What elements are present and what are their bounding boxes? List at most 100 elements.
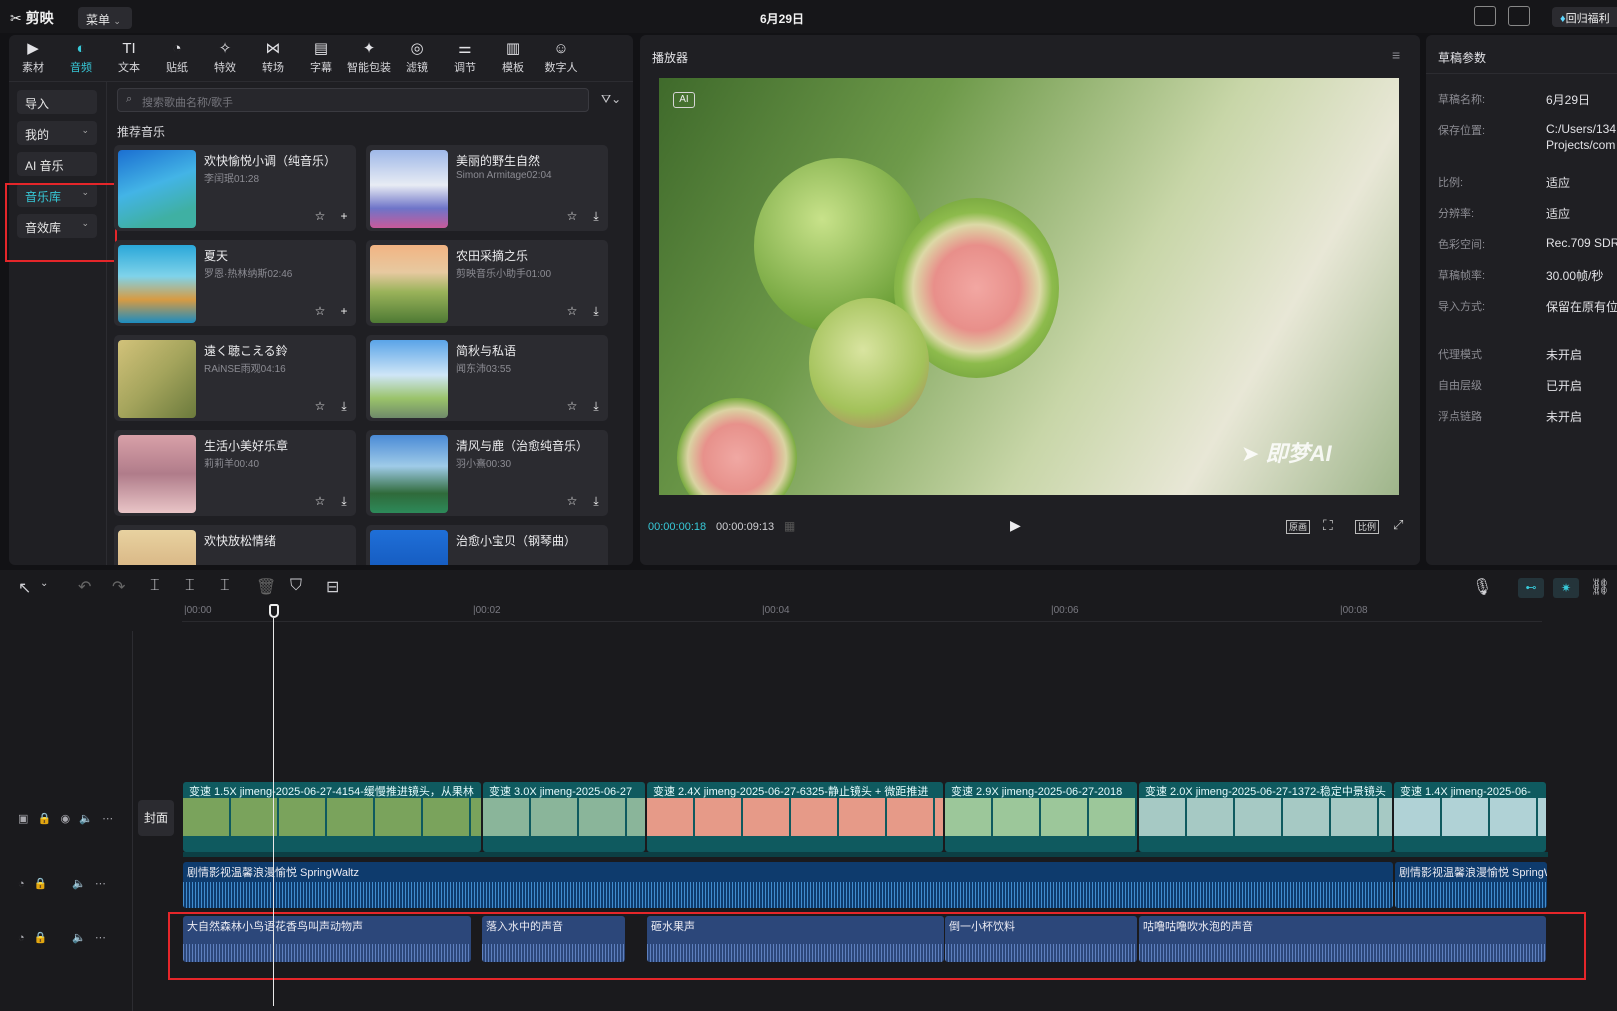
download-icon[interactable]: ⤓ — [588, 208, 604, 224]
video-preview: AI ➤ 即梦AI — [659, 78, 1399, 495]
grid-icon[interactable]: ▦ — [784, 519, 795, 533]
song-card[interactable]: 欢快放松情绪☆⤓ — [114, 525, 356, 565]
download-icon[interactable]: ⤓ — [336, 493, 352, 509]
song-artist: 剪映音乐小助手01:00 — [456, 269, 552, 280]
media-panel: ▶ 素材 ◐ 音频 TI 文本 ◔ 贴纸 ✧ 特效 ⋈ 转场 ▤ 字幕 ✦ 智能包装 ◎ 滤镜 ⚌ 调节 ▥ 模板 ☺ 数字人… — [5, 35, 633, 565]
auto-snap-icon[interactable]: ✷ — [1553, 578, 1579, 598]
prop-value[interactable]: 已开启 — [1546, 377, 1582, 394]
microphone-icon[interactable]: 🎙 — [1472, 577, 1492, 597]
fullscreen-icon[interactable]: ⤢ — [1393, 517, 1403, 533]
promo-button[interactable]: ♦回归福利 — [1552, 7, 1617, 27]
delete-icon[interactable]: 🗑 — [256, 577, 276, 597]
download-icon[interactable]: ⤓ — [588, 398, 604, 414]
clip-label: 变速 2.4X jimeng-2025-06-27-6325-静止镜头 + 微距… — [653, 786, 929, 798]
volume-icon[interactable]: 🔈 — [72, 932, 86, 944]
music-clip[interactable]: 剧情影视温馨浪漫愉悦 SpringWa — [1395, 862, 1547, 908]
undo-icon[interactable]: ↶ — [78, 577, 91, 597]
song-card[interactable]: 美丽的野生自然 Simon Armitage02:04 ☆ ⤓ — [366, 145, 608, 231]
song-card[interactable]: 欢快愉悦小调（纯音乐） 李闰珉01:28 ☆ + — [114, 145, 356, 231]
song-card[interactable]: 治愈小宝贝（钢琴曲）☆⤓ — [366, 525, 608, 565]
link-icon[interactable]: ⛓ — [1590, 577, 1610, 597]
more-icon[interactable]: ⋯ — [102, 813, 113, 825]
favorite-icon[interactable]: ☆ — [564, 493, 580, 509]
time-ruler[interactable] — [182, 606, 1542, 622]
eye-icon[interactable]: ◉ — [60, 813, 70, 825]
split-left-icon[interactable]: ⌶ — [185, 577, 195, 595]
lock-icon[interactable]: 🔒 — [38, 813, 52, 825]
cover-button[interactable]: 封面 — [138, 800, 174, 836]
add-icon[interactable]: + — [336, 303, 352, 319]
playhead-line — [273, 618, 274, 1006]
download-icon[interactable]: ⤓ — [588, 493, 604, 509]
playhead-handle[interactable] — [269, 604, 279, 618]
favorite-icon[interactable]: ☆ — [564, 398, 580, 414]
original-button[interactable]: 原画 — [1286, 520, 1310, 534]
add-icon[interactable]: + — [336, 208, 352, 224]
shortcut-icon[interactable] — [1474, 6, 1496, 26]
prop-value: 适应 — [1546, 176, 1571, 190]
redo-icon[interactable]: ↷ — [112, 577, 125, 597]
prop-label: 浮点链路 — [1438, 411, 1482, 423]
song-title: 简秋与私语 — [456, 344, 517, 358]
song-artist: RAiNSE雨观04:16 — [204, 364, 286, 375]
main-track-magnet-icon[interactable]: ⊷ — [1518, 578, 1544, 598]
ruler-tick-label: |00:04 — [762, 605, 790, 616]
more-icon[interactable]: ⋯ — [95, 932, 106, 944]
video-clip[interactable]: 变速 1.5X jimeng-2025-06-27-4154-缓慢推进镜头，从果… — [183, 782, 481, 852]
song-card[interactable]: 农田采摘之乐 剪映音乐小助手01:00 ☆ ⤓ — [366, 240, 608, 326]
download-icon[interactable]: ⤓ — [336, 398, 352, 414]
select-cursor-icon[interactable]: ↖ — [18, 578, 31, 598]
video-track-icon: ▣ — [18, 813, 29, 825]
prop-label: 分辨率: — [1438, 208, 1475, 220]
props-title: 草稿参数 — [1438, 51, 1487, 65]
ratio-button[interactable]: 比例 — [1355, 520, 1379, 534]
video-clip[interactable]: 变速 1.4X jimeng-2025-06- — [1394, 782, 1546, 852]
video-clip[interactable]: 变速 2.9X jimeng-2025-06-27-2018 — [945, 782, 1137, 852]
chevron-down-icon[interactable]: ⌄ — [40, 578, 48, 589]
favorite-icon[interactable]: ☆ — [312, 493, 328, 509]
hamburger-icon[interactable]: ≡ — [1392, 47, 1400, 63]
layout-icon[interactable] — [1508, 6, 1530, 26]
caption-icon[interactable]: ⊟ — [326, 577, 339, 597]
favorite-icon[interactable]: ☆ — [312, 303, 328, 319]
favorite-icon[interactable]: ☆ — [312, 208, 328, 224]
volume-icon[interactable]: 🔈 — [72, 878, 86, 890]
song-card[interactable]: 夏天 罗恩·热林纳斯02:46 ☆ + — [114, 240, 356, 326]
download-icon[interactable]: ⤓ — [588, 303, 604, 319]
sfx-track-controls: ◔ 🔒 🔈 ⋯ — [18, 931, 106, 944]
lock-icon[interactable]: 🔒 — [34, 878, 48, 890]
song-cover — [370, 435, 448, 513]
split-right-icon[interactable]: ⌶ — [220, 577, 230, 595]
prop-value: 适应 — [1546, 207, 1571, 221]
ruler-tick-label: |00:08 — [1340, 605, 1368, 616]
menu-button[interactable]: 菜单 ⌄ — [78, 7, 132, 29]
prop-value[interactable]: 未开启 — [1546, 346, 1582, 363]
prop-label: 保存位置: — [1438, 125, 1486, 137]
video-clip[interactable]: 变速 2.4X jimeng-2025-06-27-6325-静止镜头 + 微距… — [647, 782, 943, 852]
clip-label: 变速 1.4X jimeng-2025-06- — [1400, 786, 1531, 798]
guava-half — [677, 398, 797, 495]
song-cover — [118, 435, 196, 513]
lock-icon[interactable]: 🔒 — [34, 932, 48, 944]
snapshot-icon[interactable]: ⛶ — [1323, 517, 1333, 534]
song-card[interactable]: 清风与鹿（治愈纯音乐） 羽小熹00:30 ☆ ⤓ — [366, 430, 608, 516]
prop-value[interactable]: 未开启 — [1546, 408, 1582, 425]
total-time: 00:00:09:13 — [716, 521, 775, 533]
split-icon[interactable]: ⌶ — [150, 577, 160, 595]
song-card[interactable]: 简秋与私语 闻东沛03:55 ☆ ⤓ — [366, 335, 608, 421]
song-card[interactable]: 遠く聴こえる鈴 RAiNSE雨观04:16 ☆ ⤓ — [114, 335, 356, 421]
video-clip[interactable]: 变速 2.0X jimeng-2025-06-27-1372-稳定中景镜头 — [1139, 782, 1392, 852]
mark-icon[interactable]: ⛉ — [290, 577, 302, 595]
favorite-icon[interactable]: ☆ — [312, 398, 328, 414]
more-icon[interactable]: ⋯ — [95, 878, 106, 890]
song-cover — [118, 340, 196, 418]
play-button[interactable]: ▶ — [1010, 517, 1021, 534]
menu-label: 菜单 — [86, 13, 111, 27]
favorite-icon[interactable]: ☆ — [564, 303, 580, 319]
music-clip[interactable]: 剧情影视温馨浪漫愉悦 SpringWaltz — [183, 862, 1393, 908]
favorite-icon[interactable]: ☆ — [564, 208, 580, 224]
video-clip[interactable]: 变速 3.0X jimeng-2025-06-27 — [483, 782, 645, 852]
song-card[interactable]: 生活小美好乐章 莉莉羊00:40 ☆ ⤓ — [114, 430, 356, 516]
play-icon: ▶ — [1010, 517, 1021, 533]
volume-icon[interactable]: 🔈 — [79, 813, 93, 825]
